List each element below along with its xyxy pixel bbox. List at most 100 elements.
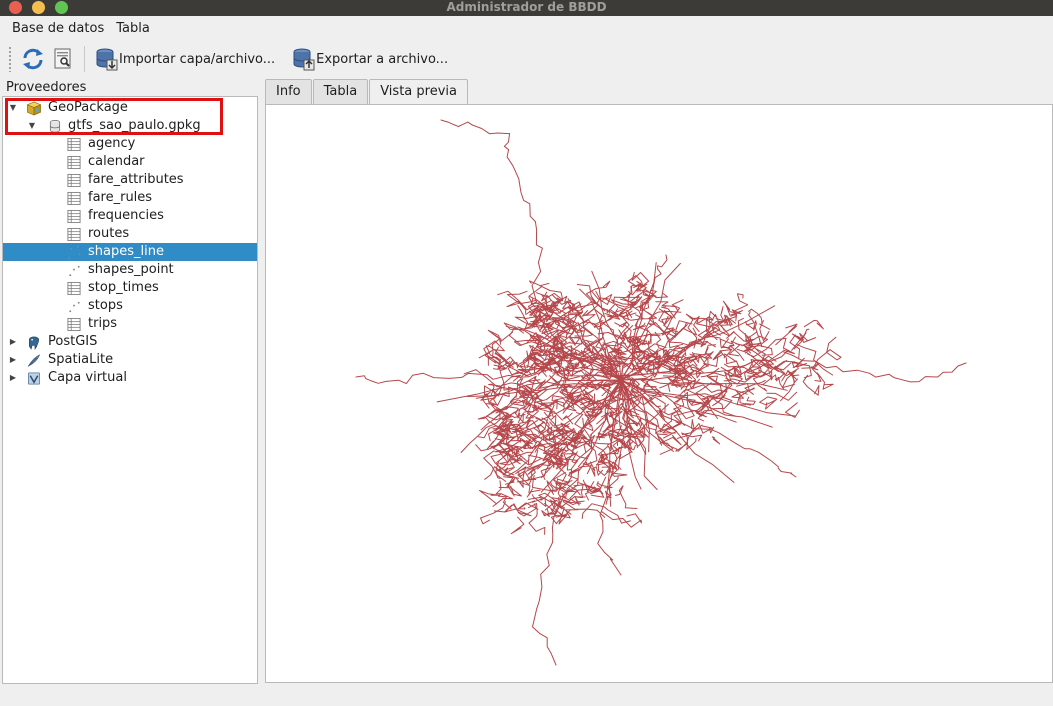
route-line [528,503,546,535]
route-line [803,319,824,330]
route-line [645,403,669,427]
tree-item-label: frequencies [88,208,164,223]
tree-item-frequencies[interactable]: frequencies [3,207,257,225]
providers-header: Proveedores [6,80,87,95]
database-export-icon [293,48,315,71]
line-layer-icon [68,246,81,259]
table-icon [67,173,81,188]
tab-vista-previa[interactable]: Vista previa [369,79,468,105]
route-line [711,436,721,445]
tree-item-agency[interactable]: agency [3,135,257,153]
tree-item-label: shapes_line [88,244,164,259]
table-icon [67,137,81,152]
close-window-button[interactable] [9,1,22,14]
tree-item-stop-times[interactable]: stop_times [3,279,257,297]
tree-item-label: shapes_point [88,262,174,277]
window-titlebar: Administrador de BBDD [0,0,1053,16]
tree-item-trips[interactable]: trips [3,315,257,333]
point-layer-icon [69,301,80,313]
status-bar [0,686,1053,706]
spatialite-feather-icon [27,354,41,367]
table-icon [67,155,81,170]
route-line [614,321,628,328]
tab-tabla[interactable]: Tabla [312,79,369,104]
import-button[interactable]: Importar capa/archivo... [91,44,278,74]
tree-item-label: calendar [88,154,145,169]
tree-item-label: fare_rules [88,190,153,205]
route-line [802,374,820,396]
export-label: Exportar a archivo... [316,51,449,67]
route-line [814,372,834,390]
tab-info[interactable]: Info [265,79,312,104]
minimize-window-button[interactable] [32,1,45,14]
tree-item-fare-rules[interactable]: fare_rules [3,189,257,207]
tree-item-label: agency [88,136,136,151]
maximize-window-button[interactable] [55,1,68,14]
refresh-button[interactable] [18,44,48,74]
route-line [601,511,642,528]
export-button[interactable]: Exportar a archivo... [288,44,451,74]
route-line [556,303,582,346]
route-line [581,503,631,524]
route-line [759,396,778,410]
filter-icon [54,48,71,69]
route-network [355,119,967,666]
import-label: Importar capa/archivo... [119,51,276,67]
expand-arrow-icon[interactable]: ▶ [8,351,18,369]
tree-item-label: routes [88,226,130,241]
route-line [605,475,619,505]
expand-arrow-icon[interactable]: ▶ [8,369,18,387]
route-line [744,396,756,405]
refresh-icon [23,48,43,70]
tree-label-virtual-layer: Capa virtual [48,370,127,385]
route-line [746,320,757,331]
tree-item-shapes-line[interactable]: shapes_line [3,243,257,261]
map-preview-canvas[interactable] [266,105,1052,682]
tree-item-calendar[interactable]: calendar [3,153,257,171]
sql-query-button[interactable] [48,44,78,74]
virtual-layer-icon [28,372,40,385]
route-line [728,293,749,320]
route-line [510,516,525,535]
tree-item-label: stop_times [88,280,159,295]
route-line [518,500,536,510]
tree-item-virtual-layer[interactable]: ▶ Capa virtual [3,369,257,387]
table-icon [67,191,81,206]
tree-item-stops[interactable]: stops [3,297,257,315]
panel-splitter[interactable] [258,96,264,684]
tree-item-spatialite[interactable]: ▶ SpatiaLite [3,351,257,369]
menu-base-de-datos[interactable]: Base de datos [6,21,110,36]
menubar: Base de datos Tabla [0,16,1053,40]
table-icon [67,317,81,332]
route-line [568,461,596,476]
window-title: Administrador de BBDD [446,0,607,14]
route-line [591,466,604,477]
tree-item-shapes-point[interactable]: shapes_point [3,261,257,279]
tree-item-label: fare_attributes [88,172,184,187]
tree-item-routes[interactable]: routes [3,225,257,243]
table-icon [67,227,81,242]
route-line [731,388,755,406]
expand-arrow-icon[interactable]: ▶ [8,333,18,351]
route-line [483,340,505,363]
toolbar-grip[interactable] [8,46,12,72]
route-line [483,382,522,404]
tree-item-label: trips [88,316,118,331]
database-import-icon [96,48,118,71]
point-layer-icon [69,265,80,277]
route-line [604,293,631,306]
tree-item-label: stops [88,298,123,313]
tree-item-fare-attributes[interactable]: fare_attributes [3,171,257,189]
preview-panel[interactable] [265,104,1053,683]
route-line [480,501,506,525]
highlight-annotation-box [5,98,223,135]
menu-tabla[interactable]: Tabla [110,21,156,36]
postgis-elephant-icon [29,336,39,350]
table-icon [67,281,81,296]
tree-item-postgis[interactable]: ▶ PostGIS [3,333,257,351]
toolbar-separator [84,46,85,72]
providers-tree[interactable]: ▼ GeoPackage ▼ gtfs_sao_paulo.gpkg agenc… [2,96,258,684]
route-line [478,490,500,505]
table-icon [67,209,81,224]
tab-bar: Info Tabla Vista previa [265,79,469,105]
